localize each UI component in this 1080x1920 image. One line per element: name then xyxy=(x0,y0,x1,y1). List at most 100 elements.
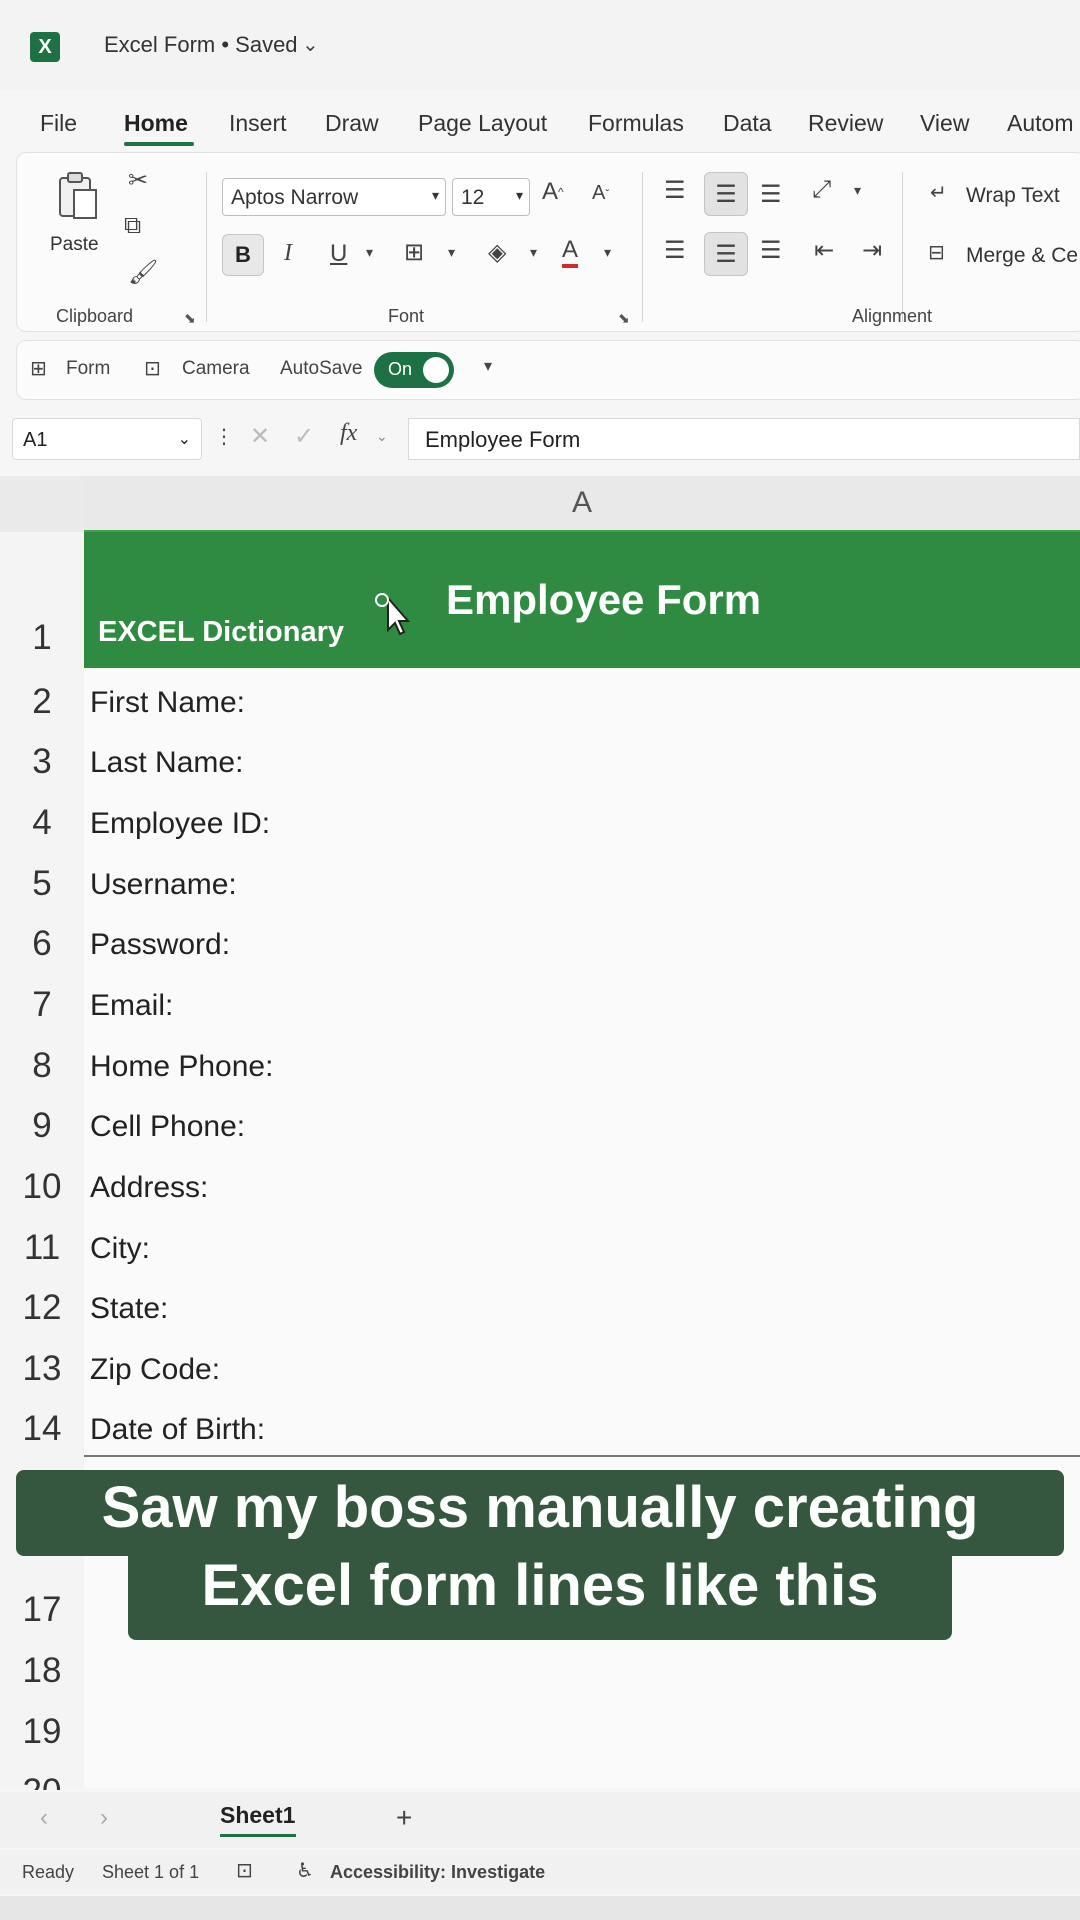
decrease-font-size-icon[interactable]: Aˇ xyxy=(592,182,609,205)
orientation-icon[interactable]: ⤢ xyxy=(812,176,831,204)
row-number[interactable]: 5 xyxy=(0,864,84,904)
bold-button[interactable]: B xyxy=(222,234,264,276)
camera-icon[interactable]: ⊡ xyxy=(144,356,161,381)
cell-label[interactable]: Date of Birth: xyxy=(90,1413,265,1447)
font-color-icon[interactable]: A xyxy=(562,236,579,268)
font-name-select[interactable]: Aptos Narrow ▾ xyxy=(222,178,446,216)
formula-input[interactable]: Employee Form xyxy=(408,418,1080,460)
align-middle-icon[interactable]: ☰ xyxy=(704,172,748,216)
customize-qat-icon[interactable]: ▾ xyxy=(484,356,492,376)
cell-label[interactable]: First Name: xyxy=(90,686,245,720)
cell-label[interactable]: Last Name: xyxy=(90,746,243,780)
wrap-text-button[interactable]: Wrap Text xyxy=(966,184,1060,208)
tab-insert[interactable]: Insert xyxy=(229,110,287,137)
name-box[interactable]: A1 ⌄ xyxy=(12,418,202,460)
chevron-down-icon[interactable]: ▾ xyxy=(604,244,611,261)
row-number[interactable]: 2 xyxy=(0,682,84,722)
borders-icon[interactable]: ⊞ xyxy=(404,238,424,267)
cell-label[interactable]: State: xyxy=(90,1292,168,1326)
tab-view[interactable]: View xyxy=(920,110,969,137)
row-number[interactable]: 19 xyxy=(0,1712,84,1752)
cell-label[interactable]: Employee ID: xyxy=(90,807,270,841)
increase-font-size-icon[interactable]: A ^ xyxy=(542,178,564,206)
row-number[interactable]: 1 xyxy=(0,618,84,658)
tab-home[interactable]: Home xyxy=(124,110,188,137)
autosave-toggle[interactable]: On xyxy=(374,352,454,388)
paste-label[interactable]: Paste xyxy=(50,234,99,256)
cut-icon[interactable]: ✂ xyxy=(128,166,148,195)
accessibility-status[interactable]: Accessibility: Investigate xyxy=(330,1862,545,1883)
underline-button[interactable]: U xyxy=(330,240,347,268)
form-button[interactable]: Form xyxy=(66,358,110,380)
chevron-down-icon[interactable]: ⌄ xyxy=(302,32,319,57)
cell-label[interactable]: Address: xyxy=(90,1171,208,1205)
macro-recording-icon[interactable]: ⊡ xyxy=(236,1858,253,1883)
more-options-icon[interactable]: ⋮ xyxy=(214,424,234,449)
copy-icon[interactable]: ⧉ xyxy=(124,212,141,240)
row-number[interactable]: 12 xyxy=(0,1288,84,1328)
merge-icon[interactable]: ⊟ xyxy=(928,240,945,265)
align-left-icon[interactable]: ☰ xyxy=(664,236,686,265)
insert-function-button[interactable]: fx xyxy=(340,420,357,447)
enter-icon[interactable]: ✓ xyxy=(294,422,314,451)
cell-label[interactable]: City: xyxy=(90,1232,150,1266)
cell-label[interactable]: Zip Code: xyxy=(90,1353,220,1387)
row-number[interactable]: 4 xyxy=(0,803,84,843)
tab-formulas[interactable]: Formulas xyxy=(588,110,684,137)
tab-page-layout[interactable]: Page Layout xyxy=(418,110,547,137)
row-number[interactable]: 7 xyxy=(0,985,84,1025)
tab-file[interactable]: File xyxy=(40,110,77,137)
paste-icon[interactable] xyxy=(50,168,106,224)
tab-draw[interactable]: Draw xyxy=(325,110,379,137)
chevron-down-icon[interactable]: ▾ xyxy=(854,182,861,199)
chevron-down-icon[interactable]: ▾ xyxy=(448,244,455,261)
row-number[interactable]: 18 xyxy=(0,1651,84,1691)
row-number[interactable]: 11 xyxy=(0,1228,84,1268)
row-number[interactable]: 20 xyxy=(0,1772,84,1790)
row-number[interactable]: 17 xyxy=(0,1590,84,1630)
cell-label[interactable]: Home Phone: xyxy=(90,1050,273,1084)
italic-button[interactable]: I xyxy=(284,240,292,267)
dialog-launcher-icon[interactable]: ⬊ xyxy=(184,310,196,327)
chevron-down-icon[interactable]: ⌄ xyxy=(376,428,388,445)
column-header-a[interactable]: A xyxy=(84,476,1080,532)
row-number[interactable]: 9 xyxy=(0,1106,84,1146)
chevron-left-icon[interactable]: ‹ xyxy=(40,1804,48,1832)
cell-label[interactable]: Password: xyxy=(90,928,230,962)
sheet-tab-sheet1[interactable]: Sheet1 xyxy=(220,1802,295,1829)
wrap-text-icon[interactable]: ↵ xyxy=(930,180,947,205)
cell-label[interactable]: Username: xyxy=(90,868,237,902)
align-bottom-icon[interactable]: ☰ xyxy=(760,180,782,209)
chevron-right-icon[interactable]: › xyxy=(100,1804,108,1832)
row-number[interactable]: 14 xyxy=(0,1409,84,1449)
tab-automate[interactable]: Autom xyxy=(1007,110,1073,137)
increase-indent-icon[interactable]: ⇥ xyxy=(862,236,882,265)
decrease-indent-icon[interactable]: ⇤ xyxy=(814,236,834,265)
align-right-icon[interactable]: ☰ xyxy=(760,236,782,265)
row-number[interactable]: 3 xyxy=(0,742,84,782)
cell-a1-header[interactable]: Employee Form EXCEL Dictionary xyxy=(84,532,1080,668)
cancel-icon[interactable]: ✕ xyxy=(250,422,270,451)
window-title[interactable]: Excel Form • Saved xyxy=(104,32,298,58)
row-number[interactable]: 8 xyxy=(0,1046,84,1086)
row-number[interactable]: 10 xyxy=(0,1167,84,1207)
add-sheet-button[interactable]: + xyxy=(396,1802,412,1834)
merge-center-button[interactable]: Merge & Ce xyxy=(966,244,1078,268)
fill-color-icon[interactable]: ◈ xyxy=(488,238,506,267)
cell-label[interactable]: Email: xyxy=(90,989,173,1023)
format-painter-icon[interactable]: 🖌 xyxy=(128,258,158,287)
align-center-icon[interactable]: ☰ xyxy=(704,232,748,276)
camera-button[interactable]: Camera xyxy=(182,358,250,380)
form-icon[interactable]: ⊞ xyxy=(30,356,47,381)
tab-data[interactable]: Data xyxy=(723,110,772,137)
align-top-icon[interactable]: ☰ xyxy=(664,176,686,205)
chevron-down-icon[interactable]: ▾ xyxy=(366,244,373,261)
row-number[interactable]: 6 xyxy=(0,924,84,964)
select-all-corner[interactable] xyxy=(0,476,84,532)
row-number[interactable]: 13 xyxy=(0,1349,84,1389)
chevron-down-icon[interactable]: ▾ xyxy=(530,244,537,261)
cell-label[interactable]: Cell Phone: xyxy=(90,1110,245,1144)
accessibility-icon[interactable]: ♿ xyxy=(296,1858,314,1883)
font-size-select[interactable]: 12 ▾ xyxy=(452,178,530,216)
dialog-launcher-icon[interactable]: ⬊ xyxy=(618,310,630,327)
